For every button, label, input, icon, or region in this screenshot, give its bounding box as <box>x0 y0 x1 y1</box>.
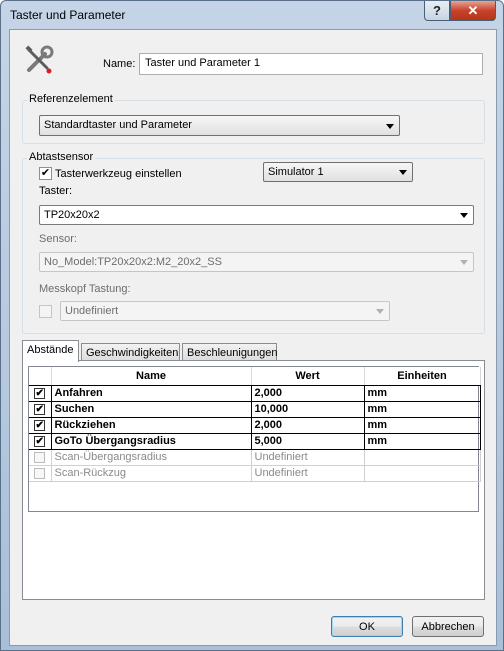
row-checkbox[interactable] <box>34 451 46 463</box>
title-bar[interactable]: Taster und Parameter ? ✕ <box>1 1 503 29</box>
simulator-combo[interactable]: Simulator 1 <box>263 162 413 182</box>
row-value[interactable]: 10,000 <box>251 401 365 418</box>
sensor-label: Sensor: <box>39 233 77 245</box>
window-title: Taster und Parameter <box>10 8 126 22</box>
row-unit: mm <box>364 385 481 402</box>
column-header-value[interactable]: Wert <box>251 367 365 386</box>
row-unit: mm <box>364 401 481 418</box>
set-tool-checkbox[interactable]: ✔ <box>39 167 52 180</box>
row-value[interactable]: 2,000 <box>251 385 365 402</box>
row-unit <box>364 449 481 466</box>
row-name: Suchen <box>51 401 252 418</box>
chevron-down-icon <box>460 260 468 265</box>
row-name: Scan-Rückzug <box>51 465 252 482</box>
row-checkbox-cell[interactable]: ✔ <box>29 417 52 434</box>
row-checkbox-cell[interactable]: ✔ <box>29 433 52 450</box>
reference-group-label: Referenzelement <box>27 93 115 105</box>
row-checkbox-cell[interactable]: ✔ <box>29 385 52 402</box>
simulator-combo-value: Simulator 1 <box>268 166 324 178</box>
table-row[interactable]: ✔ GoTo Übergangsradius 5,000 mm <box>29 433 481 450</box>
name-input[interactable]: Taster und Parameter 1 <box>139 53 483 75</box>
set-tool-label[interactable]: Tasterwerkzeug einstellen <box>55 168 182 180</box>
row-value[interactable]: Undefiniert <box>251 449 365 466</box>
tab-geschwindigkeiten[interactable]: Geschwindigkeiten <box>81 343 180 361</box>
row-checkbox[interactable]: ✔ <box>34 435 46 447</box>
row-unit: mm <box>364 417 481 434</box>
row-checkbox[interactable]: ✔ <box>34 403 46 415</box>
row-name: GoTo Übergangsradius <box>51 433 252 450</box>
head-combo-value: Undefiniert <box>65 305 119 317</box>
row-unit <box>364 465 481 482</box>
row-value[interactable]: 5,000 <box>251 433 365 450</box>
table-row[interactable]: ✔ Rückziehen 2,000 mm <box>29 417 481 434</box>
table-row[interactable]: ✔ Anfahren 2,000 mm <box>29 385 481 402</box>
row-name: Anfahren <box>51 385 252 402</box>
help-button[interactable]: ? <box>424 1 450 21</box>
tab-abstaende[interactable]: Abstände <box>22 340 79 362</box>
row-checkbox-cell[interactable] <box>29 465 52 482</box>
dialog-body: Name: Taster und Parameter 1 Referenzele… <box>9 29 497 646</box>
probe-group-label: Abtastsensor <box>27 151 96 163</box>
chevron-down-icon <box>386 123 394 129</box>
cancel-button[interactable]: Abbrechen <box>412 616 484 637</box>
parameters-table: Name Wert Einheiten ✔ Anfahren 2,000 mm <box>28 366 481 512</box>
head-label: Messkopf Tastung: <box>39 283 131 295</box>
probe-label: Taster: <box>39 185 73 197</box>
row-checkbox-cell[interactable] <box>29 449 52 466</box>
row-name: Rückziehen <box>51 417 252 434</box>
table-row[interactable]: Scan-Übergangsradius Undefiniert <box>29 449 481 466</box>
row-checkbox[interactable]: ✔ <box>34 419 46 431</box>
chevron-down-icon <box>376 309 384 314</box>
column-header-name[interactable]: Name <box>51 367 252 386</box>
row-checkbox[interactable]: ✔ <box>34 387 46 399</box>
head-combo[interactable]: Undefiniert <box>60 301 390 321</box>
name-label: Name: <box>103 58 136 70</box>
column-header-check <box>29 367 52 386</box>
row-unit: mm <box>364 433 481 450</box>
row-value[interactable]: Undefiniert <box>251 465 365 482</box>
probe-combo[interactable]: TP20x20x2 <box>39 205 474 225</box>
sensor-combo-value: No_Model:TP20x20x2:M2_20x2_SS <box>44 256 222 268</box>
checkmark-icon: ✔ <box>40 167 51 179</box>
row-checkbox[interactable] <box>34 467 46 479</box>
head-checkbox[interactable] <box>39 305 52 318</box>
reference-combo-value: Standardtaster und Parameter <box>44 119 192 131</box>
column-header-unit[interactable]: Einheiten <box>364 367 481 386</box>
tab-panel: Name Wert Einheiten ✔ Anfahren 2,000 mm <box>22 360 485 600</box>
row-checkbox-cell[interactable]: ✔ <box>29 401 52 418</box>
chevron-down-icon <box>399 170 407 175</box>
close-button[interactable]: ✕ <box>450 1 496 21</box>
table-row[interactable]: Scan-Rückzug Undefiniert <box>29 465 481 482</box>
ok-button[interactable]: OK <box>331 616 403 637</box>
tools-icon <box>23 44 55 76</box>
reference-combo[interactable]: Standardtaster und Parameter <box>39 115 400 136</box>
table-row[interactable]: ✔ Suchen 10,000 mm <box>29 401 481 418</box>
dialog-window: Taster und Parameter ? ✕ Name: Taster un… <box>0 0 504 651</box>
table-header: Name Wert Einheiten <box>29 367 481 386</box>
row-value[interactable]: 2,000 <box>251 417 365 434</box>
sensor-combo[interactable]: No_Model:TP20x20x2:M2_20x2_SS <box>39 252 474 272</box>
tab-beschleunigungen[interactable]: Beschleunigungen <box>182 343 278 361</box>
row-name: Scan-Übergangsradius <box>51 449 252 466</box>
chevron-down-icon <box>460 213 468 218</box>
probe-combo-value: TP20x20x2 <box>44 209 100 221</box>
